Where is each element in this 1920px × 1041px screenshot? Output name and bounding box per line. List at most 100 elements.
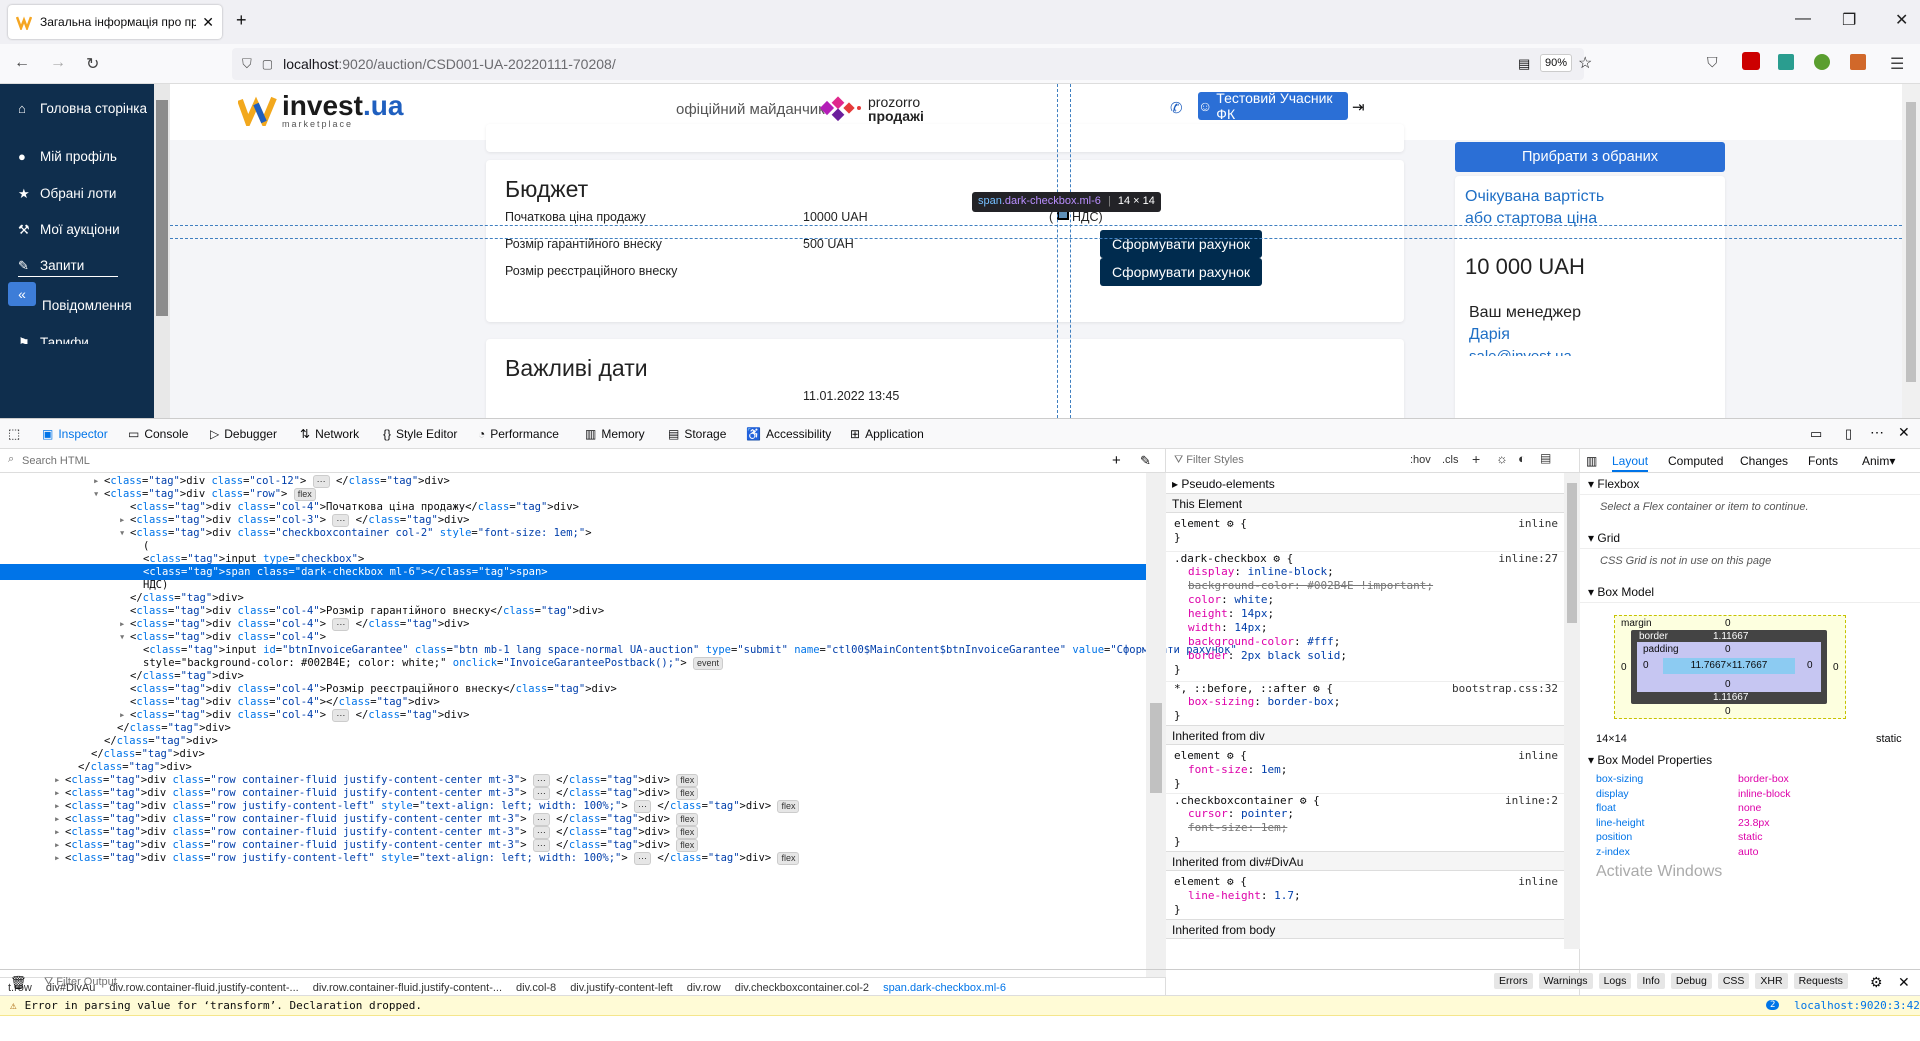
tab-console[interactable]: ▭ Console: [128, 427, 188, 441]
border-top[interactable]: 1.11667: [1713, 631, 1748, 642]
add-node-icon[interactable]: +: [1112, 452, 1121, 469]
css-declaration[interactable]: display: inline-block;: [1166, 565, 1564, 579]
prozorro-logo[interactable]: [818, 94, 866, 127]
css-declaration[interactable]: box-sizing: border-box;: [1166, 695, 1564, 709]
search-html-input[interactable]: ⌕ Search HTML: [0, 449, 1166, 473]
css-declaration[interactable]: background-color: #002B4E !important;: [1166, 579, 1564, 593]
css-declaration[interactable]: color: white;: [1166, 593, 1564, 607]
collapse-icon[interactable]: «: [8, 282, 36, 306]
sidebar-item-messages[interactable]: Повідомлення: [42, 297, 132, 315]
menu-icon[interactable]: ☰: [1890, 54, 1904, 74]
sidebar-item-profile[interactable]: ● Мій профіль: [18, 148, 117, 166]
extension-red-icon[interactable]: [1742, 52, 1760, 70]
sidebar-toggle-icon[interactable]: ▥: [1586, 454, 1597, 468]
back-icon[interactable]: ←: [14, 54, 30, 72]
rules-scroll-thumb[interactable]: [1567, 483, 1577, 623]
bookmark-star-icon[interactable]: ☆: [1578, 53, 1592, 73]
console-level-errors[interactable]: Errors: [1494, 973, 1533, 989]
extension-green-icon[interactable]: [1814, 54, 1830, 70]
more-options-icon[interactable]: ⋯: [1870, 424, 1884, 441]
tab-storage[interactable]: ▤ Storage: [668, 427, 726, 441]
padding-top[interactable]: 0: [1725, 644, 1731, 655]
close-tab-icon[interactable]: ✕: [202, 14, 214, 31]
invoice-guarantee-button[interactable]: Сформувати рахунок: [1100, 230, 1262, 258]
box-model-section[interactable]: ▾ Box Model: [1580, 581, 1920, 603]
manager-email[interactable]: sale@invest.ua: [1469, 348, 1572, 356]
rule-source[interactable]: inline: [1518, 875, 1558, 889]
markup-scroll-thumb[interactable]: [1150, 703, 1162, 793]
warning-location-link[interactable]: localhost:9020:3:42: [1794, 999, 1920, 1012]
sidebar-item-tariffs[interactable]: ⚑ Тарифи: [18, 334, 89, 344]
css-declaration[interactable]: background-color: #fff;: [1166, 635, 1564, 649]
close-window-icon[interactable]: ✕: [1895, 10, 1908, 30]
forward-icon[interactable]: →: [50, 54, 66, 72]
hov-toggle[interactable]: :hov: [1410, 454, 1431, 466]
console-settings-icon[interactable]: ⚙: [1870, 974, 1883, 991]
margin-right[interactable]: 0: [1833, 662, 1839, 673]
tab-changes[interactable]: Changes: [1740, 454, 1788, 468]
cls-toggle[interactable]: .cls: [1442, 454, 1459, 466]
box-content[interactable]: 11.7667×11.7667: [1663, 658, 1795, 674]
tab-inspector[interactable]: ▣ Inspector: [42, 427, 108, 441]
filter-output-input[interactable]: ⛛ Filter Output: [44, 976, 117, 989]
console-level-logs[interactable]: Logs: [1598, 973, 1632, 989]
rule-source[interactable]: inline: [1518, 749, 1558, 763]
invest-logo[interactable]: invest.ua marketplace: [238, 92, 403, 129]
eyedropper-icon[interactable]: ✎: [1140, 453, 1151, 469]
margin-left[interactable]: 0: [1621, 662, 1627, 673]
tab-performance[interactable]: ◔ Performance: [478, 427, 559, 441]
close-split-console-icon[interactable]: ✕: [1898, 974, 1910, 991]
box-model-properties-section[interactable]: ▾ Box Model Properties: [1580, 749, 1920, 771]
rule-source[interactable]: inline:27: [1498, 552, 1558, 566]
tab-computed[interactable]: Computed: [1668, 454, 1723, 468]
manager-name[interactable]: Дарія: [1469, 326, 1510, 344]
markup-scrollbar[interactable]: [1146, 473, 1166, 977]
tab-application[interactable]: ⊞ Application: [850, 427, 924, 441]
tab-animations[interactable]: Anim▾: [1862, 454, 1895, 468]
reader-icon[interactable]: ▤: [1518, 56, 1530, 72]
dark-mode-icon[interactable]: ◐: [1518, 451, 1526, 466]
rule-source[interactable]: inline:2: [1505, 794, 1558, 808]
browser-tab[interactable]: Загальна інформація про про ✕: [8, 5, 222, 39]
console-level-warnings[interactable]: Warnings: [1538, 973, 1593, 989]
phone-icon[interactable]: ✆: [1170, 99, 1183, 117]
pseudo-elements-toggle[interactable]: ▸ Pseudo-elements: [1166, 473, 1564, 493]
extension-save-icon[interactable]: [1778, 54, 1794, 70]
user-button[interactable]: ☺ Тестовий Учасник ФК: [1198, 90, 1348, 122]
rule-source[interactable]: bootstrap.css:32: [1452, 682, 1558, 696]
flexbox-section[interactable]: ▾ Flexbox: [1580, 473, 1920, 495]
css-declaration[interactable]: line-height: 1.7;: [1166, 889, 1564, 903]
rule-element[interactable]: element ⚙ {inline: [1166, 517, 1564, 531]
padding-bottom[interactable]: 0: [1725, 679, 1731, 690]
logout-icon[interactable]: ⇥: [1352, 98, 1365, 116]
console-level-info[interactable]: Info: [1637, 973, 1665, 989]
console-level-debug[interactable]: Debug: [1670, 973, 1712, 989]
border-bottom[interactable]: 1.11667: [1713, 692, 1748, 703]
restore-icon[interactable]: ❐: [1842, 10, 1856, 30]
rule-source[interactable]: inline: [1518, 517, 1558, 531]
new-tab-button[interactable]: +: [236, 10, 247, 31]
trash-icon[interactable]: 🗑: [10, 975, 27, 991]
tab-style-editor[interactable]: {} Style Editor: [383, 427, 457, 441]
tab-layout[interactable]: Layout: [1612, 454, 1649, 472]
remove-favorites-button[interactable]: Прибрати з обраних: [1455, 142, 1725, 172]
sidebar-item-favorites[interactable]: ★ Обрані лоти: [18, 185, 116, 203]
rule-dark-checkbox[interactable]: .dark-checkbox ⚙ {inline:27: [1166, 551, 1564, 566]
dock-icon[interactable]: ▭: [1810, 426, 1822, 442]
markup-line[interactable]: ▸ <class="tag">div class="row justify-con…: [0, 850, 1146, 866]
padding-left[interactable]: 0: [1643, 660, 1649, 671]
tab-network[interactable]: ⇅ Network: [300, 427, 359, 441]
console-level-xhr[interactable]: XHR: [1755, 973, 1788, 989]
sidebar-item-auctions[interactable]: ⚒ Мої аукціони: [18, 221, 120, 239]
console-level-css[interactable]: CSS: [1717, 973, 1750, 989]
margin-bottom[interactable]: 0: [1725, 706, 1731, 717]
rules-scrollbar[interactable]: [1564, 473, 1580, 949]
close-devtools-icon[interactable]: ✕: [1898, 424, 1910, 441]
pocket-icon[interactable]: ⛉: [1707, 54, 1718, 71]
css-declaration[interactable]: height: 14px;: [1166, 607, 1564, 621]
console-level-requests[interactable]: Requests: [1793, 973, 1848, 989]
tab-memory[interactable]: ▥ Memory: [585, 427, 645, 441]
rule-element[interactable]: element ⚙ {inline: [1166, 749, 1564, 763]
css-declaration[interactable]: font-size: 1em;: [1166, 763, 1564, 777]
sidebar-scroll-thumb[interactable]: [156, 100, 168, 316]
